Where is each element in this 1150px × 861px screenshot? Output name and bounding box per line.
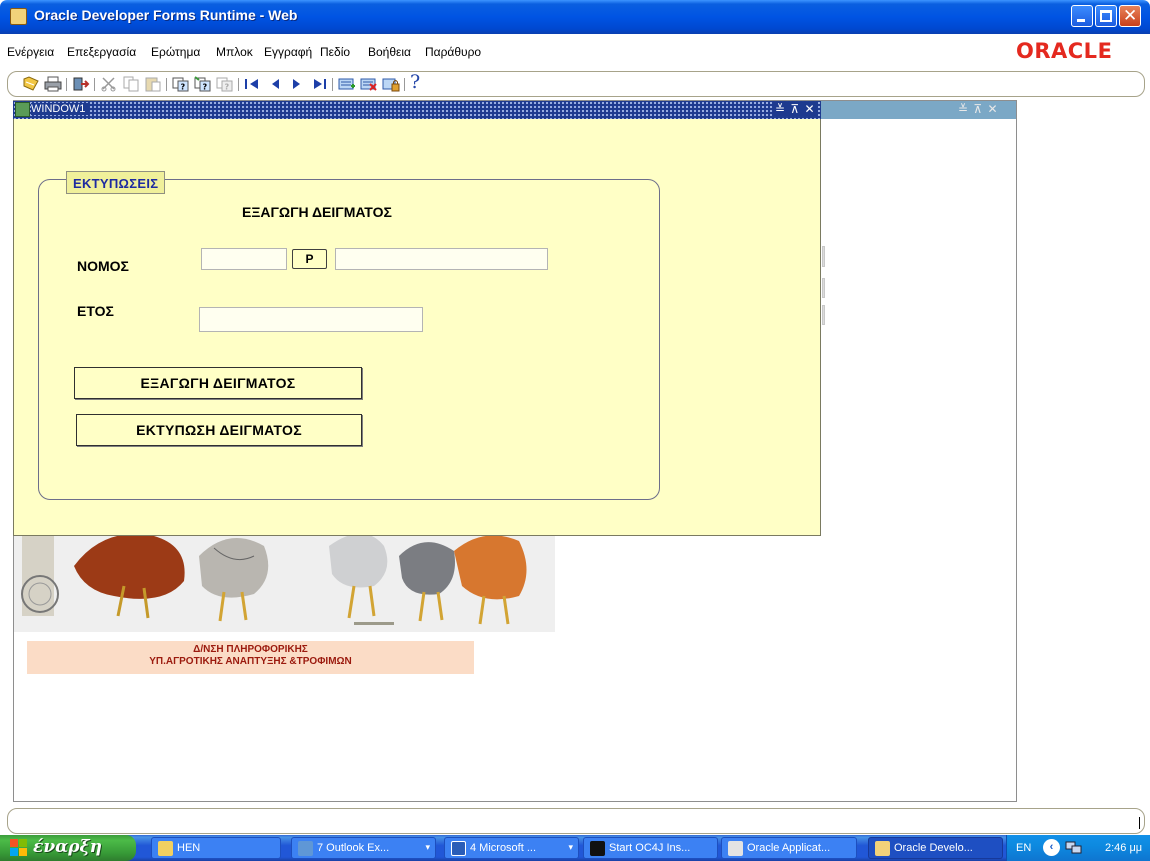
- folder-icon: [158, 841, 173, 856]
- export-sample-button[interactable]: ΕΞΑΓΩΓΗ ΔΕΙΓΜΑΤΟΣ: [74, 367, 362, 399]
- frame-title: ΕΚΤΥΠΩΣΕΙΣ: [66, 171, 166, 194]
- outlook-icon: [298, 841, 313, 856]
- system-tray: EN ‹ 2:46 μμ: [1006, 835, 1150, 861]
- svg-text:?: ?: [225, 83, 230, 92]
- taskbar: έναρξη HEN 7 Outlook Ex... ▾ 4 Microsoft…: [0, 835, 1150, 861]
- window1-controls[interactable]: ≚ ⊼ ✕: [773, 102, 818, 116]
- etos-field[interactable]: [199, 307, 423, 332]
- credits-banner: Δ/ΝΣΗ ΠΛΗΡΟΦΟΡΙΚΗΣ ΥΠ.ΑΓΡΟΤΙΚΗΣ ΑΝΑΠΤΥΞΗ…: [27, 641, 474, 674]
- lock-record-icon[interactable]: [382, 76, 400, 92]
- menu-bar: Ενέργεια Επεξεργασία Ερώτημα Μπλοκ Εγγρα…: [0, 34, 1150, 68]
- etos-label: ΕΤΟΣ: [77, 303, 114, 319]
- menu-field[interactable]: Πεδίο: [320, 45, 350, 59]
- status-bar: [7, 808, 1145, 834]
- svg-text:?: ?: [181, 83, 186, 92]
- nomos-code-field[interactable]: [201, 248, 287, 270]
- form-heading: ΕΞΑΓΩΓΗ ΔΕΙΓΜΑΤΟΣ: [242, 204, 392, 220]
- close-button[interactable]: ✕: [1119, 5, 1141, 27]
- menu-edit[interactable]: Επεξεργασία: [67, 45, 136, 59]
- task-label: Oracle Develo...: [894, 842, 973, 854]
- minimize-icon: [1077, 19, 1085, 22]
- credits-line-2: ΥΠ.ΑΓΡΟΤΙΚΗΣ ΑΝΑΠΤΥΞΗΣ &ΤΡΟΦΙΜΩΝ: [149, 656, 352, 667]
- task-start-oc4j[interactable]: Start OC4J Ins...: [583, 837, 718, 859]
- delete-record-icon[interactable]: [360, 76, 378, 92]
- background-window-controls[interactable]: ≚ ⊼ ✕: [958, 102, 999, 116]
- enter-query-icon[interactable]: ?: [172, 76, 190, 92]
- nomos-label: ΝΟΜΟΣ: [77, 258, 129, 274]
- browser-icon: [728, 841, 743, 856]
- menu-action[interactable]: Ενέργεια: [7, 45, 54, 59]
- svg-text:?: ?: [203, 83, 208, 92]
- cut-icon[interactable]: [100, 76, 118, 92]
- window1-title-bar: WINDOW1 ≚ ⊼ ✕: [13, 101, 821, 119]
- language-indicator[interactable]: EN: [1016, 842, 1031, 854]
- group-arrow-icon: ▾: [425, 842, 430, 852]
- print-icon[interactable]: [44, 76, 62, 92]
- save-icon[interactable]: [22, 76, 40, 92]
- next-record-icon[interactable]: [288, 76, 306, 92]
- close-icon: ✕: [1123, 6, 1138, 26]
- status-indicator: [1139, 817, 1140, 829]
- oracle-logo: ORACLE: [1016, 39, 1113, 63]
- menu-window[interactable]: Παράθυρο: [425, 45, 481, 59]
- task-outlook-express[interactable]: 7 Outlook Ex... ▾: [291, 837, 436, 859]
- maximize-button[interactable]: [1095, 5, 1117, 27]
- previous-record-icon[interactable]: [266, 76, 284, 92]
- hidden-field-edge: [822, 246, 825, 267]
- word-icon: [451, 841, 466, 856]
- hidden-field-edge: [822, 278, 825, 298]
- help-icon[interactable]: ?: [410, 71, 428, 93]
- next-block-icon[interactable]: [310, 76, 328, 92]
- paste-icon[interactable]: [144, 76, 162, 92]
- maximize-icon: [1100, 10, 1112, 22]
- window-title: Oracle Developer Forms Runtime - Web: [34, 7, 298, 23]
- task-hen[interactable]: HEN: [151, 837, 281, 859]
- task-oracle-applications[interactable]: Oracle Applicat...: [721, 837, 857, 859]
- window1-icon: [15, 102, 30, 117]
- window1-title: WINDOW1: [31, 103, 90, 115]
- task-microsoft-word[interactable]: 4 Microsoft ... ▾: [444, 837, 579, 859]
- windows-logo-icon: [10, 839, 27, 856]
- insert-record-icon[interactable]: [338, 76, 356, 92]
- copy-icon[interactable]: [122, 76, 140, 92]
- task-label: 4 Microsoft ...: [470, 842, 537, 854]
- tray-expand-icon[interactable]: ‹: [1043, 839, 1060, 856]
- group-arrow-icon: ▾: [568, 842, 573, 852]
- credits-line-1: Δ/ΝΣΗ ΠΛΗΡΟΦΟΡΙΚΗΣ: [193, 644, 308, 655]
- nomos-name-field[interactable]: [335, 248, 548, 270]
- exit-icon[interactable]: [72, 76, 90, 92]
- print-frame: [38, 179, 660, 500]
- hidden-field-edge: [822, 305, 825, 325]
- menu-record[interactable]: Εγγραφή: [264, 45, 312, 59]
- previous-block-icon[interactable]: [244, 76, 262, 92]
- start-label: έναρξη: [33, 837, 102, 857]
- chickens-illustration: [14, 526, 555, 632]
- toolbar: ? ? ? ?: [7, 71, 1145, 97]
- task-label: 7 Outlook Ex...: [317, 842, 390, 854]
- clock[interactable]: 2:46 μμ: [1105, 842, 1142, 854]
- execute-query-icon[interactable]: ?: [194, 76, 212, 92]
- start-button[interactable]: έναρξη: [0, 835, 136, 861]
- minimize-button[interactable]: [1071, 5, 1093, 27]
- task-oracle-developer[interactable]: Oracle Develo...: [868, 837, 1003, 859]
- menu-help[interactable]: Βοήθεια: [368, 45, 411, 59]
- java-app-icon: [10, 8, 27, 25]
- cancel-query-icon[interactable]: ?: [216, 76, 234, 92]
- task-label: HEN: [177, 842, 201, 854]
- network-icon[interactable]: [1065, 840, 1082, 855]
- title-bar: Oracle Developer Forms Runtime - Web ✕: [0, 0, 1150, 34]
- nomos-lov-button[interactable]: P: [292, 249, 327, 269]
- java-app-icon: [875, 841, 890, 856]
- console-icon: [590, 841, 605, 856]
- print-sample-button[interactable]: ΕΚΤΥΠΩΣΗ ΔΕΙΓΜΑΤΟΣ: [76, 414, 362, 446]
- menu-query[interactable]: Ερώτημα: [151, 45, 200, 59]
- task-label: Oracle Applicat...: [747, 842, 831, 854]
- task-label: Start OC4J Ins...: [609, 842, 691, 854]
- menu-block[interactable]: Μπλοκ: [216, 45, 253, 59]
